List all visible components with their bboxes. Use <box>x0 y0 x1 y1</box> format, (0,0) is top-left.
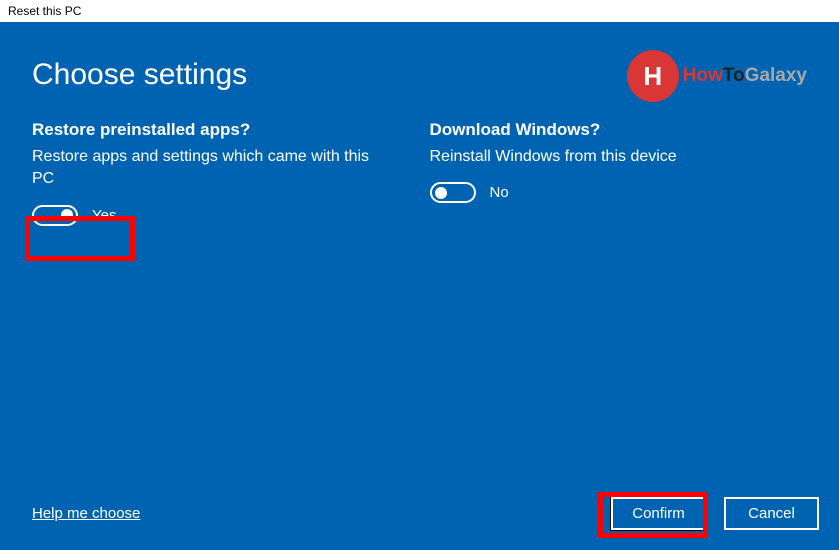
download-windows-section: Download Windows? Reinstall Windows from… <box>430 120 808 226</box>
restore-preinstalled-section: Restore preinstalled apps? Restore apps … <box>32 120 410 226</box>
title-bar: Reset this PC <box>0 0 839 22</box>
download-windows-toggle-row: No <box>430 182 808 203</box>
restore-preinstalled-desc: Restore apps and settings which came wit… <box>32 146 392 191</box>
cancel-button[interactable]: Cancel <box>724 497 819 530</box>
restore-preinstalled-toggle-row: Yes <box>32 205 410 226</box>
download-windows-toggle[interactable] <box>430 182 476 203</box>
footer: Help me choose Confirm Cancel <box>32 497 819 530</box>
window-title: Reset this PC <box>8 4 81 18</box>
settings-columns: Restore preinstalled apps? Restore apps … <box>32 120 807 226</box>
page-heading: Choose settings <box>32 58 807 92</box>
restore-preinstalled-toggle[interactable] <box>32 205 78 226</box>
toggle-knob-icon <box>61 209 73 221</box>
help-me-choose-link[interactable]: Help me choose <box>32 505 140 522</box>
download-windows-desc: Reinstall Windows from this device <box>430 146 790 168</box>
footer-buttons: Confirm Cancel <box>611 497 819 530</box>
restore-preinstalled-heading: Restore preinstalled apps? <box>32 120 410 140</box>
restore-preinstalled-toggle-label: Yes <box>92 207 116 224</box>
main-panel: Choose settings Restore preinstalled app… <box>0 22 839 550</box>
toggle-knob-icon <box>435 187 447 199</box>
download-windows-heading: Download Windows? <box>430 120 808 140</box>
confirm-button[interactable]: Confirm <box>611 497 706 530</box>
download-windows-toggle-label: No <box>490 184 509 201</box>
